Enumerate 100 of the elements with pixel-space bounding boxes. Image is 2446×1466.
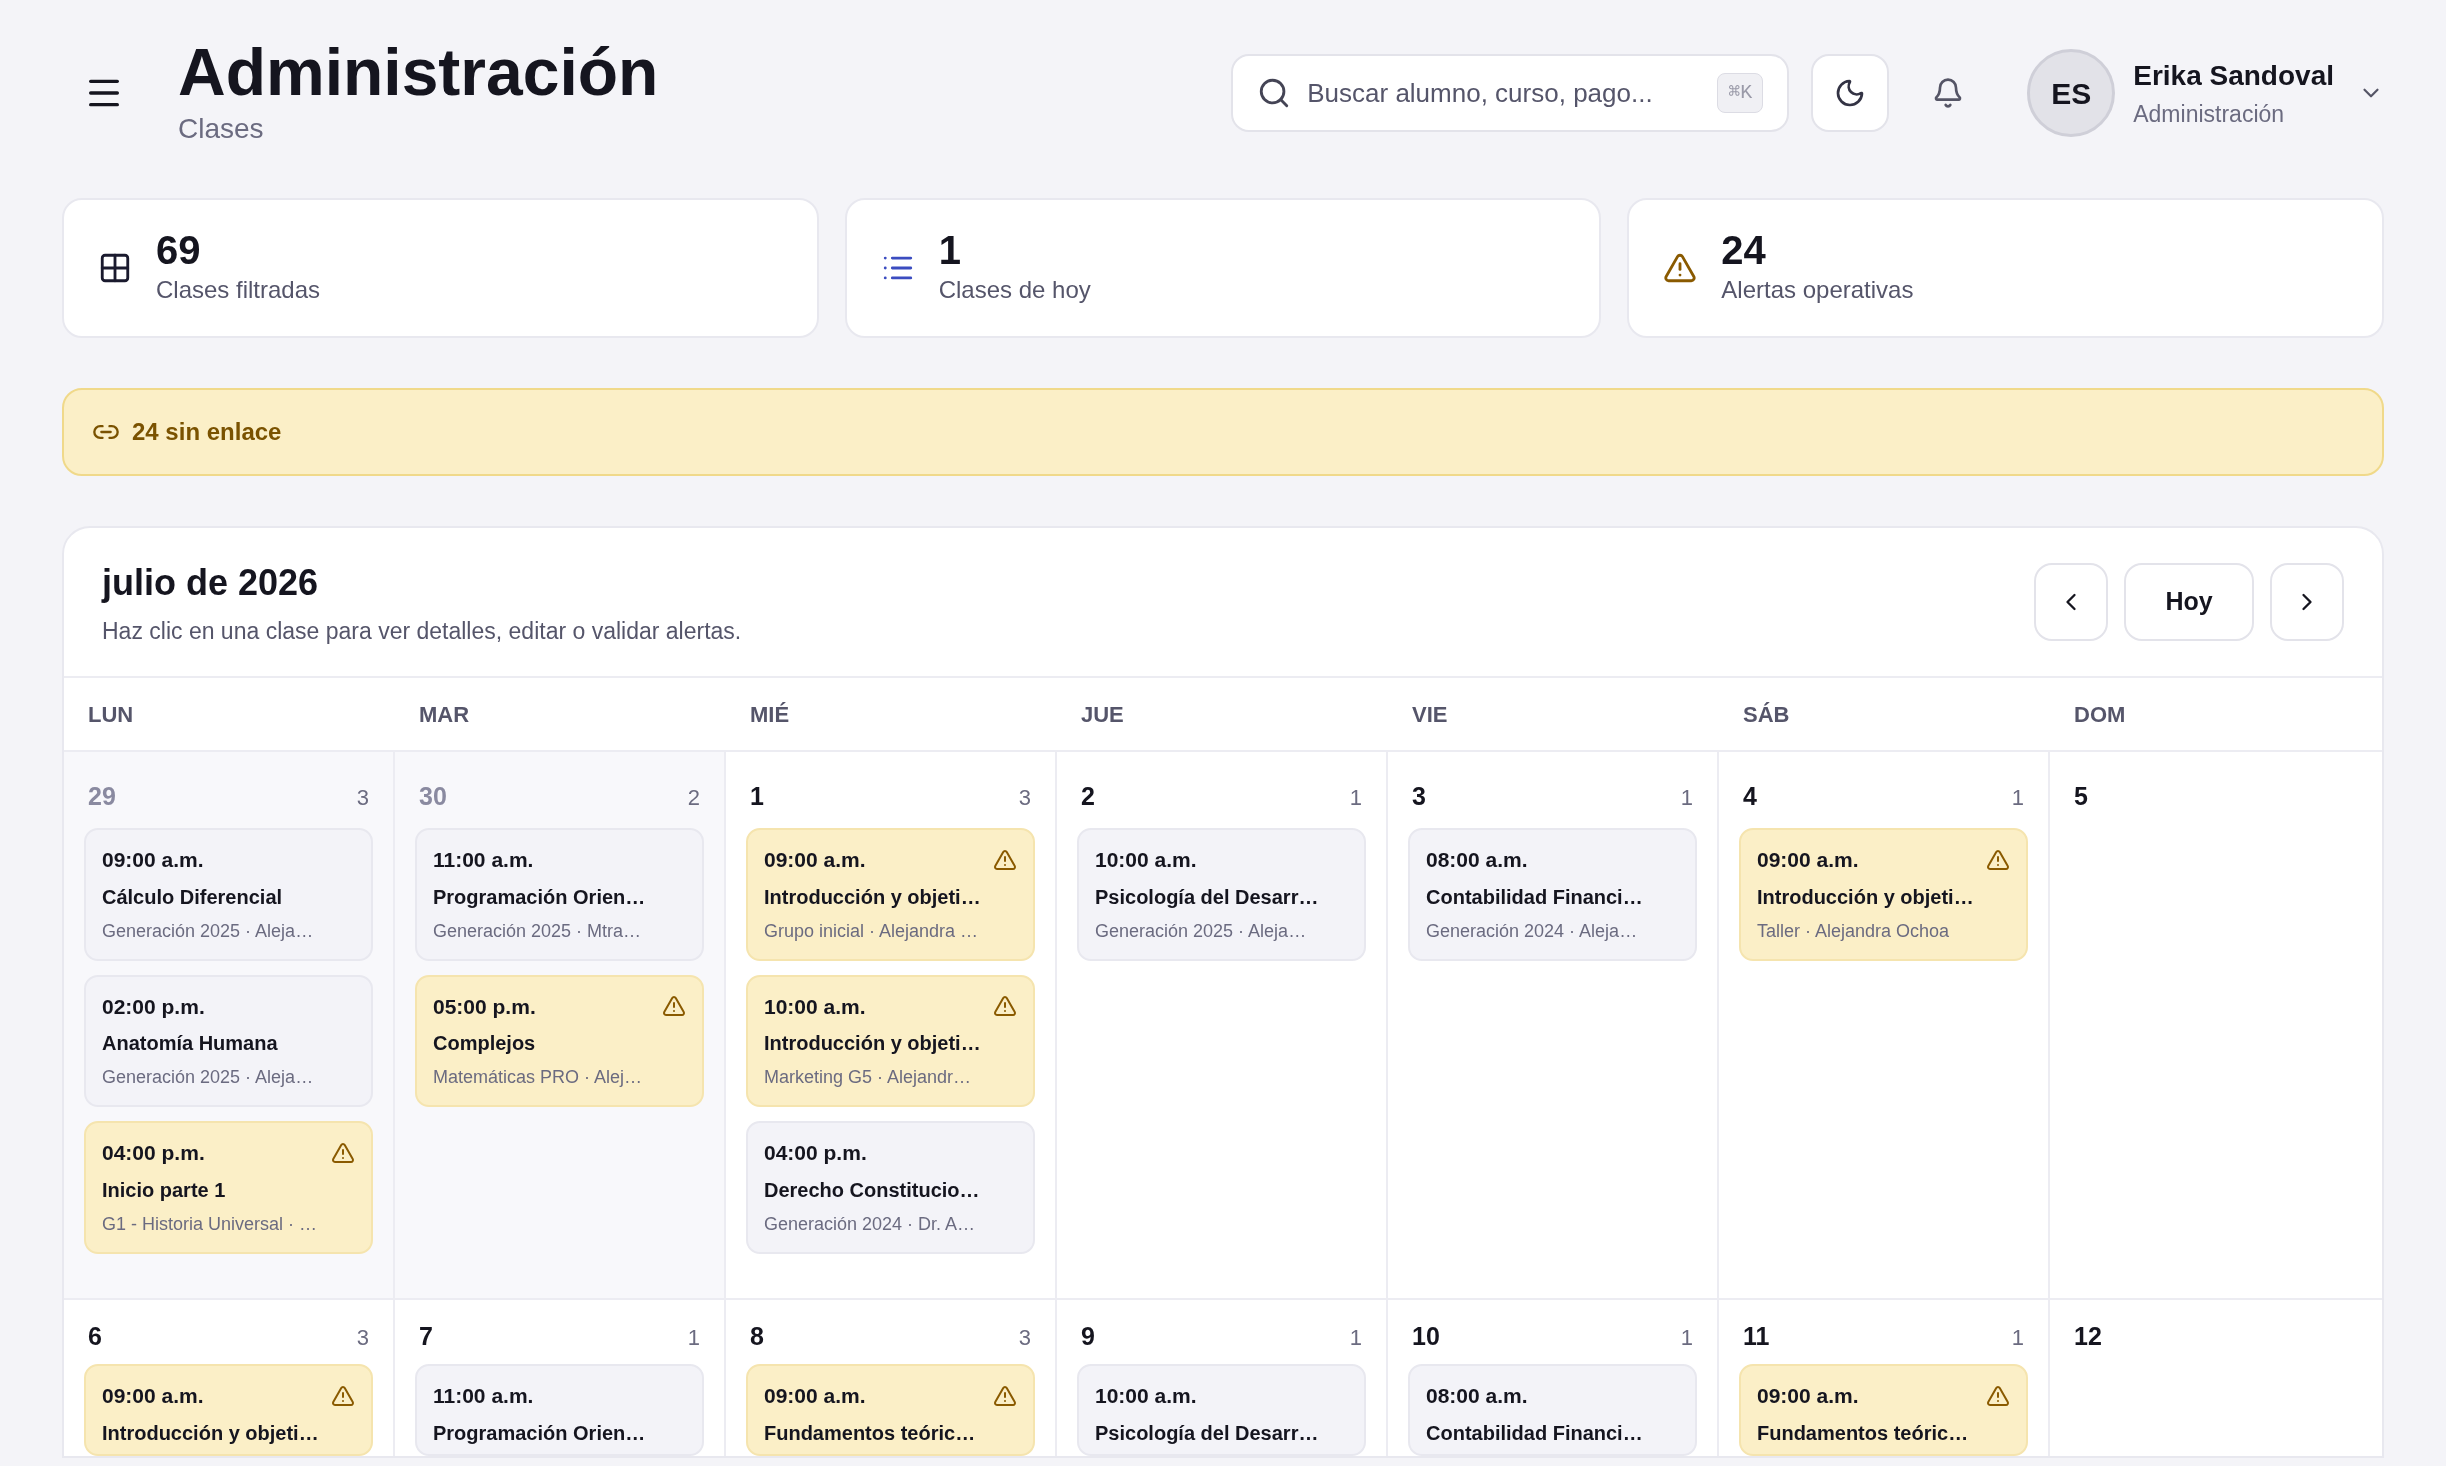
day-number: 1 bbox=[750, 781, 764, 813]
event-detail: Generación 2025 · Aleja… bbox=[1095, 919, 1308, 943]
class-count: 3 bbox=[356, 1323, 369, 1352]
class-event-card[interactable]: 10:00 a.m. Psicología del Desarr… bbox=[1077, 1364, 1366, 1456]
stat-label: Alertas operativas bbox=[1721, 275, 1914, 305]
class-count: 1 bbox=[2011, 783, 2024, 812]
calendar-subtitle: Haz clic en una clase para ver detalles, editar o validar alertas. bbox=[102, 616, 742, 646]
day-number: 4 bbox=[1743, 781, 1757, 813]
warning-icon bbox=[1663, 251, 1698, 285]
day-number: 3 bbox=[1412, 781, 1426, 813]
class-event-card[interactable]: 11:00 a.m. Programación Orien… bbox=[415, 1364, 704, 1456]
day-number: 6 bbox=[88, 1321, 102, 1353]
class-event-card[interactable]: 08:00 a.m. Contabilidad Financi… bbox=[1408, 1364, 1697, 1456]
weekday-label: VIE bbox=[1411, 700, 1449, 729]
banner-text: 24 sin enlace bbox=[132, 417, 282, 447]
day-number: 5 bbox=[2074, 781, 2088, 813]
event-time: 04:00 p.m. bbox=[764, 1140, 867, 1166]
weekday-label: JUE bbox=[1080, 700, 1125, 729]
class-count: 1 bbox=[1680, 1323, 1693, 1352]
class-event-card[interactable]: 10:00 a.m. Introducción y objeti… Marketing G5 · Alejandr… bbox=[746, 974, 1035, 1107]
event-time: 10:00 a.m. bbox=[764, 993, 866, 1020]
class-count: 3 bbox=[1018, 783, 1031, 812]
weekday-label: SÁB bbox=[1742, 700, 1791, 729]
event-time: 09:00 a.m. bbox=[102, 847, 204, 873]
day-number: 8 bbox=[750, 1321, 764, 1353]
event-time: 08:00 a.m. bbox=[1426, 1383, 1528, 1409]
calendar-month-title: julio de 2026 bbox=[102, 560, 320, 605]
event-detail: Generación 2025 · Mtra… bbox=[433, 919, 643, 943]
event-detail: Marketing G5 · Alejandr… bbox=[764, 1066, 973, 1089]
class-count: 1 bbox=[2011, 1323, 2024, 1352]
event-time: 09:00 a.m. bbox=[1757, 1383, 1859, 1409]
keyboard-shortcut: ⌘K bbox=[1717, 73, 1764, 113]
event-title: Inicio parte 1 bbox=[102, 1177, 227, 1203]
event-time: 10:00 a.m. bbox=[1095, 847, 1197, 873]
calendar-day-cell[interactable]: 30 2 11:00 a.m. Programación Orien… Generación 2025 · Mtra… 05:00 p.m. Complejos Matemáticas PRO · Alej… bbox=[395, 752, 726, 1298]
warning-icon bbox=[662, 994, 686, 1019]
event-title: Fundamentos teóric… bbox=[764, 1420, 977, 1446]
event-detail: Grupo inicial · Alejandra … bbox=[764, 919, 980, 943]
class-count: 1 bbox=[1349, 1323, 1362, 1352]
event-detail: Generación 2024 · Dr. A… bbox=[764, 1212, 977, 1236]
event-title: Derecho Constitucio… bbox=[764, 1177, 981, 1203]
event-time: 05:00 p.m. bbox=[433, 993, 536, 1020]
event-title: Introducción y objeti… bbox=[1757, 884, 1975, 910]
class-count: 3 bbox=[356, 783, 369, 812]
weekday-label: MIÉ bbox=[749, 700, 791, 729]
day-number: 10 bbox=[1412, 1321, 1440, 1353]
day-number: 7 bbox=[419, 1321, 433, 1353]
class-event-card[interactable]: 08:00 a.m. Contabilidad Financi… Generación 2024 · Aleja… bbox=[1408, 828, 1697, 961]
day-number: 11 bbox=[1743, 1321, 1770, 1353]
class-event-card[interactable]: 04:00 p.m. Derecho Constitucio… Generación 2024 · Dr. A… bbox=[746, 1121, 1035, 1254]
stat-label: Clases filtradas bbox=[156, 275, 321, 305]
warning-icon bbox=[1986, 847, 2010, 872]
stat-value: 24 bbox=[1721, 228, 1767, 272]
class-event-card[interactable]: 09:00 a.m. Introducción y objeti… Grupo inicial · Alejandra … bbox=[746, 828, 1035, 961]
class-event-card[interactable]: 02:00 p.m. Anatomía Humana Generación 2025 · Aleja… bbox=[84, 974, 373, 1107]
event-time: 09:00 a.m. bbox=[764, 1383, 866, 1409]
day-number: 2 bbox=[1081, 781, 1095, 813]
event-title: Programación Orien… bbox=[433, 1420, 647, 1446]
event-time: 10:00 a.m. bbox=[1095, 1383, 1197, 1409]
stat-label: Clases de hoy bbox=[938, 275, 1091, 305]
class-event-card[interactable]: 09:00 a.m. Introducción y objeti… Taller · Alejandra Ochoa bbox=[1739, 828, 2028, 961]
class-event-card[interactable]: 09:00 a.m. Cálculo Diferencial Generación 2025 · Aleja… bbox=[84, 828, 373, 961]
weekday-label: MAR bbox=[418, 700, 471, 729]
event-time: 02:00 p.m. bbox=[102, 993, 205, 1020]
event-title: Anatomía Humana bbox=[102, 1031, 279, 1056]
event-time: 11:00 a.m. bbox=[433, 847, 534, 873]
user-avatar[interactable]: ES bbox=[2027, 49, 2116, 137]
day-number: 9 bbox=[1081, 1321, 1095, 1353]
event-title: Introducción y objeti… bbox=[764, 884, 982, 910]
warning-icon bbox=[993, 994, 1017, 1019]
event-title: Introducción y objeti… bbox=[102, 1420, 320, 1446]
class-count: 1 bbox=[687, 1323, 700, 1352]
weekday-label: DOM bbox=[2073, 700, 2127, 729]
weekday-label: LUN bbox=[87, 700, 135, 729]
event-detail: Generación 2025 · Aleja… bbox=[102, 1066, 315, 1089]
day-number: 12 bbox=[2074, 1321, 2102, 1353]
event-title: Psicología del Desarr… bbox=[1095, 1420, 1320, 1446]
today-button[interactable]: Hoy bbox=[2124, 563, 2254, 641]
event-time: 04:00 p.m. bbox=[102, 1140, 205, 1166]
event-detail: Generación 2025 · Aleja… bbox=[102, 919, 315, 943]
class-event-card[interactable]: 05:00 p.m. Complejos Matemáticas PRO · Alej… bbox=[415, 974, 704, 1107]
class-event-card[interactable]: 11:00 a.m. Programación Orien… Generación 2025 · Mtra… bbox=[415, 828, 704, 961]
event-time: 09:00 a.m. bbox=[764, 847, 866, 873]
theme-toggle-button[interactable] bbox=[1811, 54, 1890, 132]
event-detail: G1 - Historia Universal · … bbox=[102, 1212, 319, 1236]
class-event-card[interactable]: 10:00 a.m. Psicología del Desarr… Generación 2025 · Aleja… bbox=[1077, 828, 1366, 961]
class-event-card[interactable]: 09:00 a.m. Fundamentos teóric… bbox=[746, 1364, 1035, 1456]
event-detail: Generación 2024 · Aleja… bbox=[1426, 919, 1639, 943]
stat-value: 69 bbox=[156, 228, 202, 272]
day-number: 30 bbox=[419, 781, 447, 813]
search-input[interactable]: Buscar alumno, curso, pago... bbox=[1307, 73, 1702, 113]
event-detail: Taller · Alejandra Ochoa bbox=[1757, 919, 1951, 943]
class-event-card[interactable]: 09:00 a.m. Introducción y objeti… bbox=[84, 1364, 373, 1456]
class-event-card[interactable]: 09:00 a.m. Fundamentos teóric… bbox=[1739, 1364, 2028, 1456]
warning-icon bbox=[993, 1383, 1017, 1408]
class-count: 1 bbox=[1349, 783, 1362, 812]
class-count: 2 bbox=[687, 783, 700, 812]
calendar-day-cell[interactable]: 29 3 09:00 a.m. Cálculo Diferencial Generación 2025 · Aleja… 02:00 p.m. Anatomía Humana Generación 2025 · Aleja… 04:00 p.m. Inicio parte 1 G1 - Historia Universal · … bbox=[64, 752, 395, 1298]
class-event-card[interactable]: 04:00 p.m. Inicio parte 1 G1 - Historia Universal · … bbox=[84, 1121, 373, 1254]
event-time: 08:00 a.m. bbox=[1426, 847, 1528, 873]
